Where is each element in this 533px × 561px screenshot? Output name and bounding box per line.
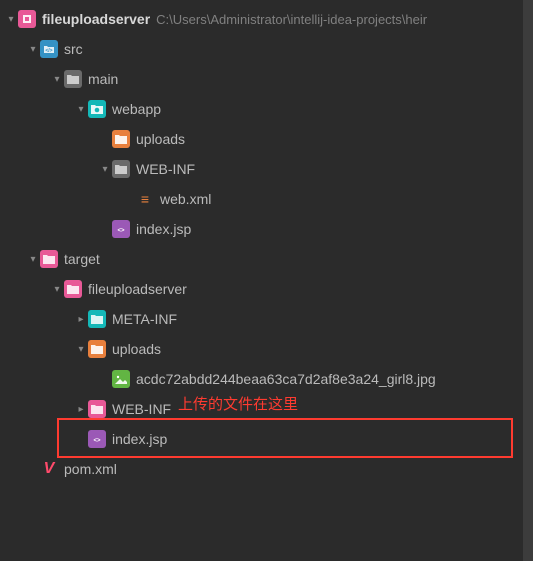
node-label: acdc72abdd244beaa63ca7d2af8e3a24_girl8.j… [136,371,436,387]
tree-row-main[interactable]: ▾ main [0,64,533,94]
web-folder-icon [88,100,106,118]
node-label: index.jsp [136,221,191,237]
scrollbar[interactable] [523,0,533,561]
folder-icon [88,340,106,358]
chevron-down-icon: ▾ [98,164,112,175]
image-file-icon [112,370,130,388]
chevron-down-icon: ▾ [4,14,18,25]
svg-text:</>: </> [45,48,52,53]
chevron-down-icon: ▾ [50,74,64,85]
node-label: META-INF [112,311,177,327]
node-label: uploads [112,341,161,357]
node-label: WEB-INF [112,401,171,417]
tree-row-root[interactable]: ▾ fileuploadserver C:\Users\Administrato… [0,4,533,34]
node-label: target [64,251,100,267]
tree-row-indexjsp-target[interactable]: ▾ <> index.jsp [0,424,533,454]
tree-row-indexjsp-src[interactable]: ▾ <> index.jsp [0,214,533,244]
tree-row-uploads-target[interactable]: ▾ uploads [0,334,533,364]
chevron-down-icon: ▾ [74,344,88,355]
tree-row-pomxml[interactable]: ▾ V pom.xml [0,454,533,484]
jsp-file-icon: <> [88,430,106,448]
folder-icon [40,250,58,268]
path-hint: C:\Users\Administrator\intellij-idea-pro… [156,12,427,27]
tree-row-fileuploadserver[interactable]: ▾ fileuploadserver [0,274,533,304]
chevron-down-icon: ▾ [26,254,40,265]
node-label: WEB-INF [136,161,195,177]
tree-row-src[interactable]: ▾ </> src [0,34,533,64]
tree-row-webapp[interactable]: ▾ webapp [0,94,533,124]
jsp-file-icon: <> [112,220,130,238]
folder-icon [64,70,82,88]
folder-icon [88,310,106,328]
node-label: webapp [112,101,161,117]
folder-icon [64,280,82,298]
chevron-right-icon: ▸ [74,404,88,415]
maven-file-icon: V [40,460,58,478]
module-icon [18,10,36,28]
xml-file-icon: ≡ [136,190,154,208]
node-label: fileuploadserver [88,281,187,297]
folder-icon [88,400,106,418]
annotation-text: 上传的文件在这里 [178,393,298,414]
chevron-right-icon: ▸ [74,314,88,325]
node-label: fileuploadserver [42,11,150,27]
node-label: src [64,41,83,57]
tree-row-uploaded-file[interactable]: ▾ acdc72abdd244beaa63ca7d2af8e3a24_girl8… [0,364,533,394]
chevron-down-icon: ▾ [74,104,88,115]
chevron-down-icon: ▾ [26,44,40,55]
svg-text:<>: <> [117,228,125,234]
node-label: index.jsp [112,431,167,447]
tree-row-uploads-src[interactable]: ▾ uploads [0,124,533,154]
node-label: uploads [136,131,185,147]
node-label: web.xml [160,191,211,207]
chevron-down-icon: ▾ [50,284,64,295]
tree-row-target[interactable]: ▾ target [0,244,533,274]
tree-row-webinf-src[interactable]: ▾ WEB-INF [0,154,533,184]
tree-row-webxml[interactable]: ▾ ≡ web.xml [0,184,533,214]
source-folder-icon: </> [40,40,58,58]
svg-text:<>: <> [93,438,101,444]
node-label: pom.xml [64,461,117,477]
folder-icon [112,160,130,178]
folder-icon [112,130,130,148]
node-label: main [88,71,118,87]
tree-row-metainf[interactable]: ▸ META-INF [0,304,533,334]
